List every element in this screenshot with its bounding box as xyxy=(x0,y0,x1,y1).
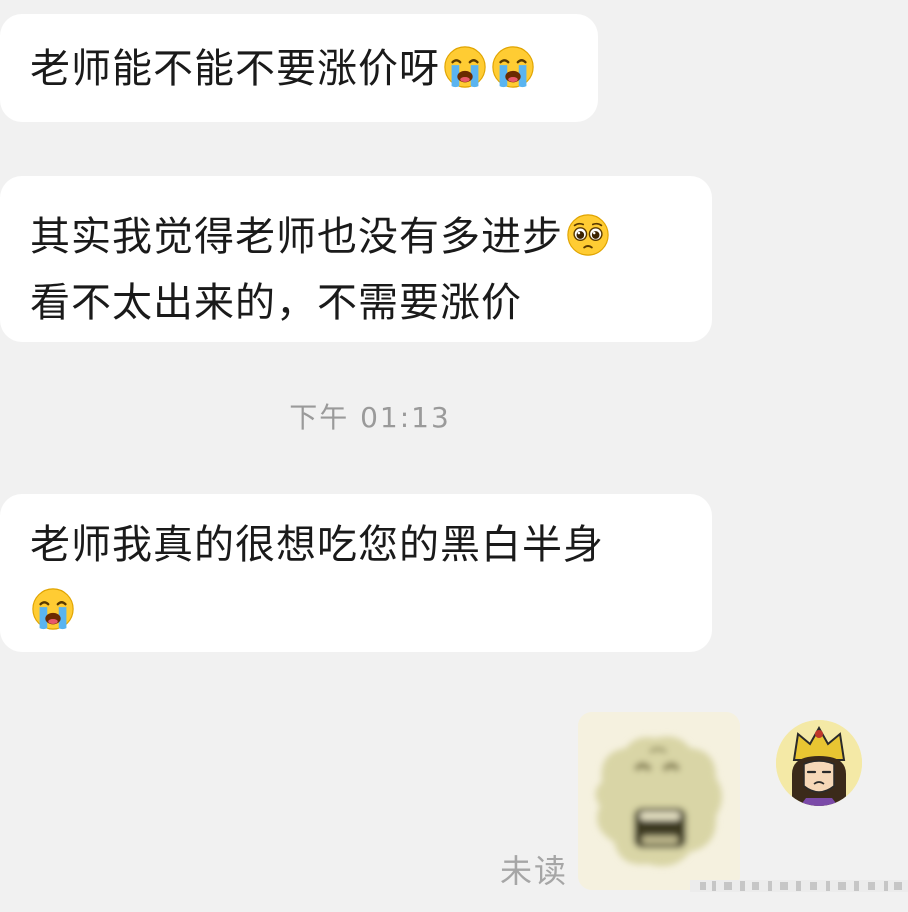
crying-face-icon xyxy=(490,44,536,90)
sticker-icon xyxy=(578,712,740,890)
message-text: 老师能不能不要涨价呀 xyxy=(30,46,440,92)
message-line: 老师能不能不要涨价呀 xyxy=(30,36,598,102)
chat-area: 老师能不能不要涨价呀 其实我觉得老师也没有多进步 看不太出来的，不需要涨价 下午… xyxy=(0,0,908,912)
message-line: 老师我真的很想吃您的黑白半身 xyxy=(30,512,712,578)
message-line xyxy=(30,578,712,644)
user-avatar[interactable] xyxy=(776,720,862,806)
message-text: 老师我真的很想吃您的黑白半身 xyxy=(30,522,604,568)
message-line: 其实我觉得老师也没有多进步 xyxy=(30,204,712,270)
message-text: 看不太出来的，不需要涨价 xyxy=(30,280,522,326)
avatar-icon xyxy=(776,720,862,806)
message-line: 看不太出来的，不需要涨价 xyxy=(30,270,712,336)
message-bubble-1[interactable]: 老师能不能不要涨价呀 xyxy=(0,14,598,122)
message-bubble-2[interactable]: 其实我觉得老师也没有多进步 看不太出来的，不需要涨价 xyxy=(0,176,712,342)
crying-face-icon xyxy=(30,586,76,632)
sticker-image[interactable] xyxy=(578,712,740,890)
pleading-face-icon xyxy=(565,212,611,258)
crying-face-icon xyxy=(442,44,488,90)
message-bubble-3[interactable]: 老师我真的很想吃您的黑白半身 xyxy=(0,494,712,652)
read-status: 未读 xyxy=(500,852,569,890)
timestamp: 下午 01:13 xyxy=(289,401,451,434)
message-text: 其实我觉得老师也没有多进步 xyxy=(30,214,563,260)
image-artifact xyxy=(690,880,908,892)
